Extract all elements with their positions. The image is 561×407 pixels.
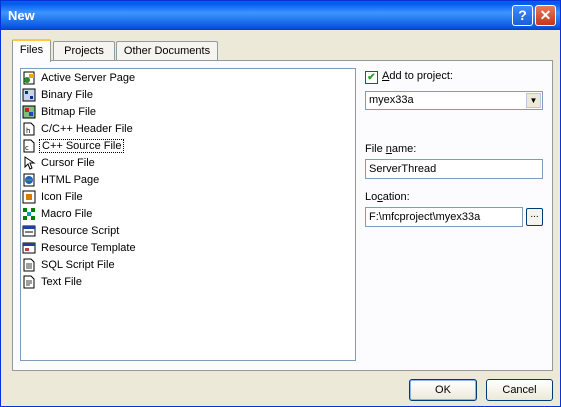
list-item-label: Icon File bbox=[41, 191, 83, 203]
add-to-project-label: Add to project: bbox=[382, 70, 453, 82]
files-panel: Active Server Page Binary File Bitmap Fi… bbox=[12, 60, 553, 371]
list-item-label: C/C++ Header File bbox=[41, 123, 133, 135]
asp-file-icon bbox=[23, 71, 35, 85]
list-item-label: C++ Source File bbox=[39, 139, 125, 153]
list-item[interactable]: Binary File bbox=[22, 88, 95, 105]
cancel-button[interactable]: Cancel bbox=[486, 379, 553, 401]
list-item[interactable]: Active Server Page bbox=[22, 71, 137, 88]
title-bar[interactable]: New ? ✕ bbox=[1, 1, 560, 30]
list-item-label: Resource Template bbox=[41, 242, 136, 254]
list-item[interactable]: c C++ Source File bbox=[22, 139, 125, 156]
list-item[interactable]: Bitmap File bbox=[22, 105, 98, 122]
list-item[interactable]: Resource Template bbox=[22, 241, 138, 258]
project-combobox-value: myex33a bbox=[369, 94, 414, 106]
tab-projects[interactable]: Projects bbox=[53, 41, 115, 61]
file-type-list[interactable]: Active Server Page Binary File Bitmap Fi… bbox=[20, 68, 356, 361]
dialog-title: New bbox=[8, 8, 35, 23]
add-to-project-checkbox[interactable]: ✔ bbox=[365, 71, 378, 84]
close-button[interactable]: ✕ bbox=[535, 5, 556, 26]
binary-file-icon bbox=[22, 88, 36, 102]
list-item[interactable]: h C/C++ Header File bbox=[22, 122, 135, 139]
browse-button[interactable]: ... bbox=[526, 208, 543, 226]
resource-script-icon bbox=[22, 225, 36, 237]
icon-file-icon bbox=[22, 190, 36, 204]
list-item[interactable]: HTML Page bbox=[22, 173, 101, 190]
ok-button[interactable]: OK bbox=[409, 379, 477, 401]
list-item[interactable]: Macro File bbox=[22, 207, 94, 224]
macro-file-icon bbox=[23, 208, 35, 220]
html-file-icon bbox=[23, 173, 35, 187]
project-combobox[interactable]: myex33a ▼ bbox=[365, 91, 543, 110]
list-item-label: SQL Script File bbox=[41, 259, 115, 271]
list-item[interactable]: SQL Script File bbox=[22, 258, 117, 275]
bitmap-file-icon bbox=[22, 105, 36, 119]
location-label: Location: bbox=[365, 191, 410, 203]
list-item-label: Text File bbox=[41, 276, 82, 288]
cpp-file-icon: c bbox=[23, 139, 35, 153]
file-name-label: File name: bbox=[365, 143, 417, 155]
svg-text:h: h bbox=[26, 127, 30, 135]
list-item-label: Binary File bbox=[41, 89, 93, 101]
sql-file-icon bbox=[23, 258, 35, 272]
list-item-label: Cursor File bbox=[41, 157, 95, 169]
header-file-icon: h bbox=[23, 122, 35, 136]
new-dialog: New ? ✕ Files Projects Other Documents A… bbox=[0, 0, 561, 407]
chevron-down-icon[interactable]: ▼ bbox=[526, 93, 541, 108]
list-item-label: Resource Script bbox=[41, 225, 120, 237]
list-item[interactable]: Icon File bbox=[22, 190, 85, 207]
list-item-label: Macro File bbox=[41, 208, 93, 220]
text-file-icon bbox=[23, 275, 35, 289]
location-input[interactable]: F:\mfcproject\myex33a bbox=[365, 207, 523, 227]
list-item[interactable]: Text File bbox=[22, 275, 84, 292]
list-item-label: HTML Page bbox=[41, 174, 100, 186]
svg-text:c: c bbox=[25, 144, 29, 152]
list-item[interactable]: Cursor File bbox=[22, 156, 97, 173]
tab-files[interactable]: Files bbox=[12, 39, 51, 62]
list-item[interactable]: Resource Script bbox=[22, 224, 121, 241]
tab-other-documents[interactable]: Other Documents bbox=[116, 41, 218, 61]
list-item-label: Active Server Page bbox=[41, 72, 136, 84]
list-item-label: Bitmap File bbox=[41, 106, 97, 118]
resource-template-icon bbox=[22, 242, 36, 254]
file-name-input[interactable]: ServerThread bbox=[365, 159, 543, 179]
help-button[interactable]: ? bbox=[512, 5, 533, 26]
cursor-file-icon bbox=[24, 156, 36, 170]
